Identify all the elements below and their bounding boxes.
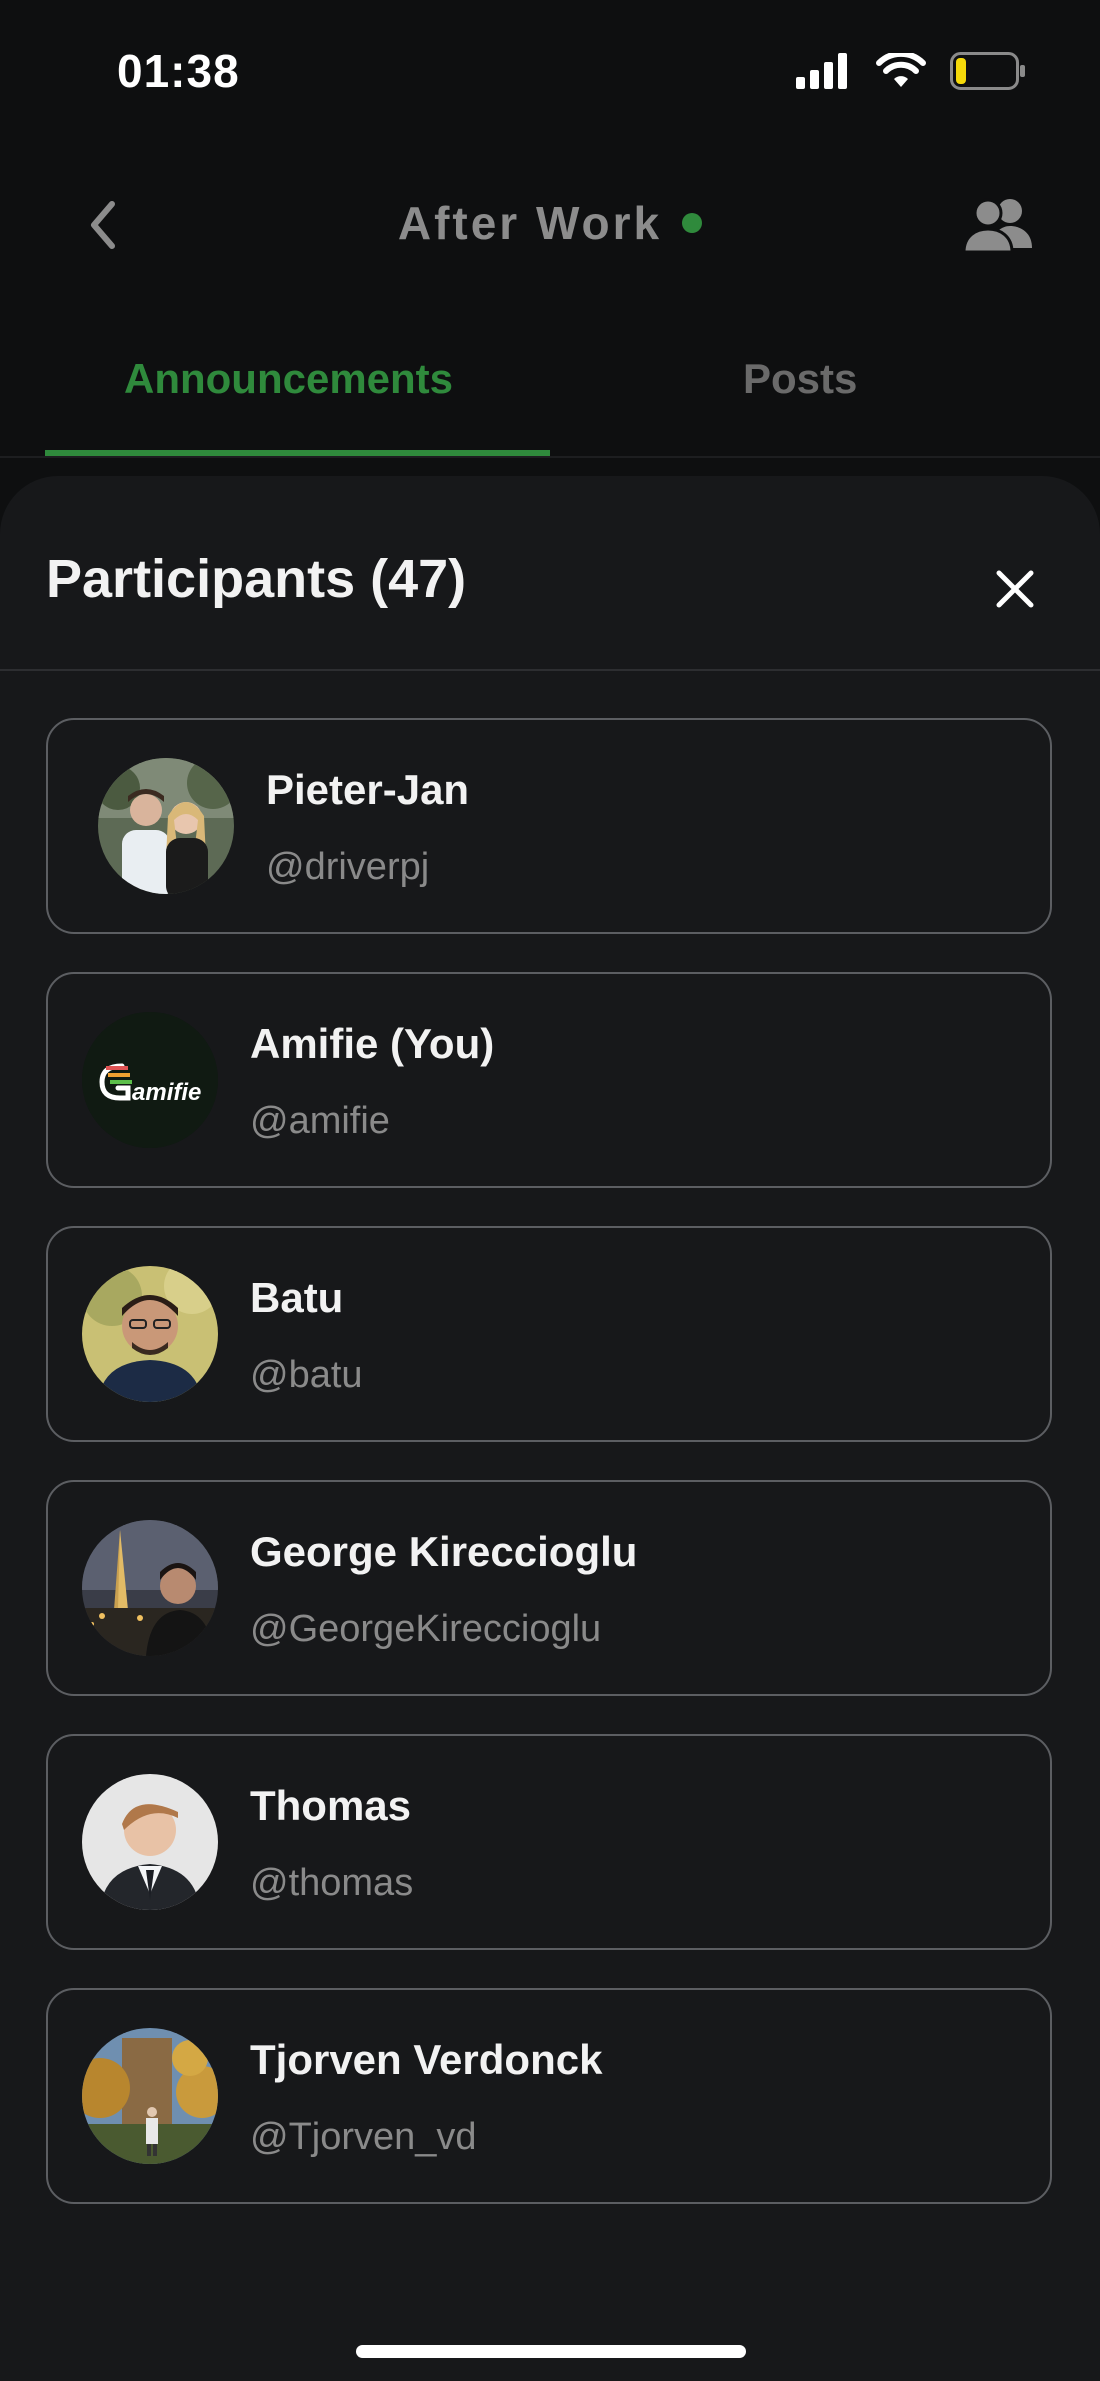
participant-name: Tjorven Verdonck [250, 2036, 603, 2083]
sheet-title: Participants (47) [46, 549, 467, 609]
online-status-dot [682, 213, 703, 233]
participant-handle: @Tjorven_vd [250, 2116, 477, 2158]
participant-name: George Kireccioglu [250, 1528, 638, 1575]
users-icon [962, 198, 1032, 254]
participant-card[interactable]: George Kireccioglu @GeorgeKireccioglu [46, 1480, 1052, 1696]
header-title-group: After Work [0, 196, 1100, 250]
tab-announcements[interactable]: Announcements [124, 355, 453, 403]
tab-divider [0, 456, 1100, 458]
home-indicator[interactable] [356, 2345, 746, 2358]
participant-name: Pieter-Jan [266, 766, 470, 813]
avatar: amifie [82, 1012, 218, 1148]
participant-card[interactable]: Thomas @thomas [46, 1734, 1052, 1950]
participant-name: Amifie (You) [250, 1020, 495, 1067]
participant-handle: @amifie [250, 1100, 390, 1142]
participant-handle: @GeorgeKireccioglu [250, 1608, 602, 1650]
page-title: After Work [397, 197, 663, 249]
participant-card[interactable]: Tjorven Verdonck @Tjorven_vd [46, 1988, 1052, 2204]
wifi-icon [876, 50, 926, 94]
tab-posts[interactable]: Posts [743, 355, 857, 403]
participant-name: Thomas [250, 1782, 412, 1829]
avatar [82, 1774, 218, 1910]
participant-handle: @driverpj [266, 846, 430, 888]
participants-button[interactable] [962, 196, 1034, 256]
svg-text:amifie: amifie [132, 1079, 201, 1106]
close-icon [996, 570, 1034, 608]
participant-handle: @batu [250, 1354, 363, 1396]
participant-name: Batu [250, 1274, 344, 1321]
participant-card[interactable]: Batu @batu [46, 1226, 1052, 1442]
participant-card[interactable]: amifie Amifie (You) @amifie [46, 972, 1052, 1188]
participants-sheet: Participants (47) Pieter-Jan @driverpj a… [0, 476, 1100, 2381]
battery-icon [950, 52, 1026, 95]
status-time: 01:38 [117, 45, 240, 97]
avatar [98, 758, 234, 894]
participant-card[interactable]: Pieter-Jan @driverpj [46, 718, 1052, 934]
avatar [82, 2028, 218, 2164]
avatar [82, 1266, 218, 1402]
signal-icon [796, 53, 852, 94]
participant-handle: @thomas [250, 1862, 414, 1904]
amifie-logo: amifie [82, 1012, 218, 1148]
status-icons [796, 50, 1026, 95]
close-button[interactable] [980, 554, 1050, 624]
avatar [82, 1520, 218, 1656]
sheet-divider [0, 669, 1100, 671]
screen: 01:38 After Work Announcements Posts Par… [0, 0, 1100, 2381]
